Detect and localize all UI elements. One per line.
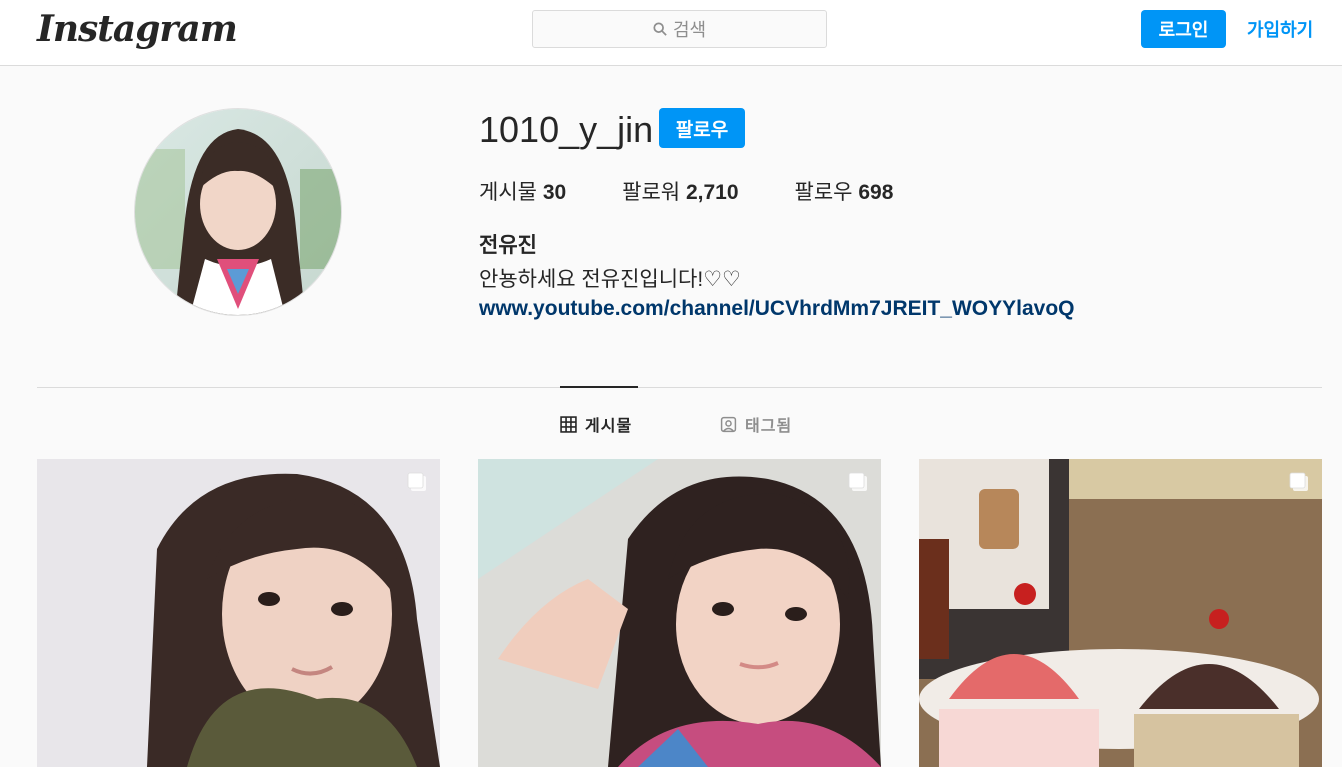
stat-label: 팔로워 xyxy=(622,181,681,204)
tab-label: 태그됨 xyxy=(745,418,793,435)
stat-label: 팔로우 xyxy=(794,181,853,204)
post-thumbnail[interactable] xyxy=(919,459,1322,767)
tagged-icon xyxy=(720,416,737,432)
profile-username: 1010_y_jin xyxy=(479,109,654,150)
post-photo xyxy=(37,459,440,767)
post-photo xyxy=(919,459,1322,767)
tabs-divider xyxy=(37,387,1322,388)
post-photo xyxy=(478,459,881,767)
stat-followers[interactable]: 팔로워 2,710 xyxy=(622,176,738,206)
signup-link[interactable]: 가입하기 xyxy=(1247,16,1313,42)
tab-tagged[interactable]: 태그됨 xyxy=(720,412,792,436)
tab-posts[interactable]: 게시물 xyxy=(560,412,632,436)
post-thumbnail[interactable] xyxy=(478,459,881,767)
profile-avatar[interactable] xyxy=(134,108,342,316)
profile-bio: 안뇽하세요 전유진입니다!♡♡ xyxy=(479,268,741,291)
search-input[interactable]: 검색 xyxy=(532,10,827,48)
login-button[interactable]: 로그인 xyxy=(1141,10,1226,48)
multiple-photos-icon xyxy=(1289,472,1308,491)
follow-button[interactable]: 팔로우 xyxy=(659,108,745,148)
active-tab-indicator xyxy=(560,386,638,388)
profile-full-name: 전유진 xyxy=(479,234,537,257)
search-placeholder: 검색 xyxy=(672,20,707,40)
multiple-photos-icon xyxy=(407,472,426,491)
top-nav-bar: Instagram 검색 로그인 가입하기 xyxy=(0,0,1342,66)
profile-link[interactable]: www.youtube.com/channel/UCVhrdMm7JREIT_W… xyxy=(479,297,1075,321)
stat-value: 2,710 xyxy=(685,181,739,204)
instagram-logo[interactable]: Instagram xyxy=(37,8,238,50)
avatar-photo xyxy=(135,109,341,315)
stat-label: 게시물 xyxy=(479,181,537,204)
post-thumbnail[interactable] xyxy=(37,459,440,767)
tab-label: 게시물 xyxy=(585,418,633,435)
stat-value: 30 xyxy=(542,181,567,204)
stat-value: 698 xyxy=(858,181,894,204)
stat-following[interactable]: 팔로우 698 xyxy=(795,176,894,206)
profile-stats: 게시물 30 팔로워 2,710 팔로우 698 xyxy=(479,176,949,206)
multiple-photos-icon xyxy=(848,472,867,491)
grid-icon xyxy=(560,415,577,433)
stat-posts: 게시물 30 xyxy=(479,176,566,206)
search-icon xyxy=(653,22,667,36)
